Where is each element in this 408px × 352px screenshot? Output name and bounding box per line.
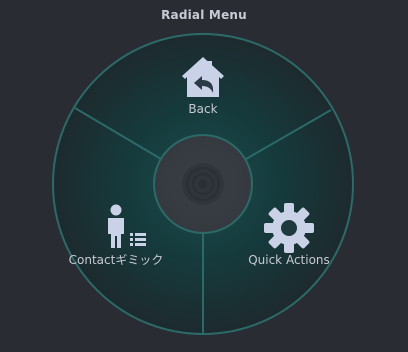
radial-menu-screen: Radial Menu Back Quick Actions Contactギミ… (0, 0, 408, 352)
quick-actions-label: Quick Actions (248, 253, 330, 267)
center-target-icon (182, 163, 224, 205)
contact-label: Contactギミック (69, 253, 164, 267)
back-label: Back (188, 102, 217, 116)
radial-menu: Back Quick Actions Contactギミック (52, 33, 354, 335)
gear-icon (264, 203, 314, 253)
